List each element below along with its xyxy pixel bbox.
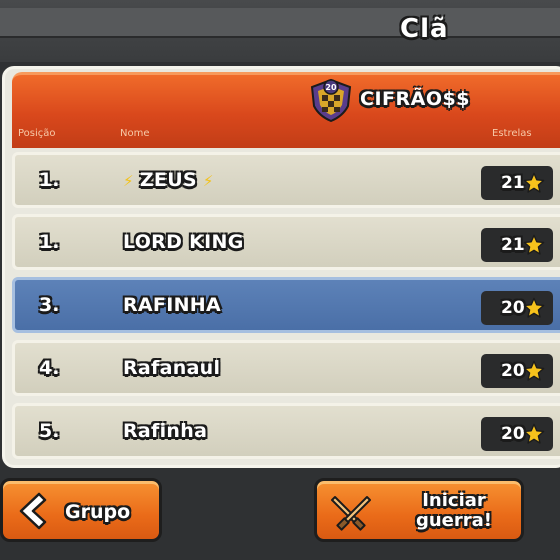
stars-box: 20 <box>481 417 553 451</box>
star-icon <box>523 234 545 255</box>
member-position: 4. <box>39 357 60 379</box>
member-row[interactable]: 4. Rafanaul 20 <box>12 340 560 396</box>
member-stars: 20 <box>501 424 525 444</box>
start-war-label-line2: guerra! <box>415 510 493 531</box>
member-stars: 21 <box>501 235 525 255</box>
chevron-left-icon <box>19 492 47 530</box>
clan-level: 20 <box>325 83 337 92</box>
member-row[interactable]: 5. Rafinha 20 <box>12 403 560 459</box>
member-name: RAFINHA <box>123 294 221 316</box>
member-position: 1. <box>39 169 60 191</box>
member-name-text: ZEUS <box>139 169 197 191</box>
member-stars: 20 <box>501 361 525 381</box>
column-header-position: Posição <box>18 128 56 139</box>
star-icon <box>523 172 545 193</box>
stars-box: 20 <box>481 354 553 388</box>
start-war-label: Iniciar guerra! <box>399 491 509 531</box>
clan-badge-icon: 20 <box>310 78 352 122</box>
lightning-icon: ⚡ <box>202 172 214 190</box>
lightning-icon: ⚡ <box>123 172 134 190</box>
star-icon <box>523 360 545 381</box>
member-stars: 21 <box>501 173 525 193</box>
member-row[interactable]: 1. ⚡ ZEUS ⚡ 21 <box>12 152 560 208</box>
member-position: 3. <box>39 294 60 316</box>
top-strip <box>0 8 560 38</box>
member-position: 5. <box>39 420 60 442</box>
member-position: 1. <box>39 231 60 253</box>
screen-title: Clã <box>400 14 449 44</box>
stars-box: 20 <box>481 291 553 325</box>
group-button[interactable]: Grupo <box>0 478 162 542</box>
member-name: Rafinha <box>123 420 208 442</box>
group-button-label: Grupo <box>65 501 131 523</box>
column-header-name: Nome <box>120 128 150 139</box>
member-name: Rafanaul <box>123 357 221 379</box>
start-war-label-line1: Iniciar <box>422 490 486 511</box>
column-header-stars: Estrelas <box>492 128 532 139</box>
stars-box: 21 <box>481 228 553 262</box>
member-name: LORD KING <box>123 231 244 253</box>
clan-header <box>12 72 560 148</box>
member-stars: 20 <box>501 298 525 318</box>
star-icon <box>523 423 545 444</box>
clan-name: CIFRÃO$$ <box>360 88 470 110</box>
stars-box: 21 <box>481 166 553 200</box>
start-war-button[interactable]: Iniciar guerra! <box>314 478 524 542</box>
member-row[interactable]: 3. RAFINHA 20 <box>12 277 560 333</box>
crossed-swords-icon <box>331 496 371 531</box>
member-name: ⚡ ZEUS ⚡ <box>123 169 214 191</box>
star-icon <box>523 297 545 318</box>
member-row[interactable]: 1. LORD KING 21 <box>12 214 560 270</box>
